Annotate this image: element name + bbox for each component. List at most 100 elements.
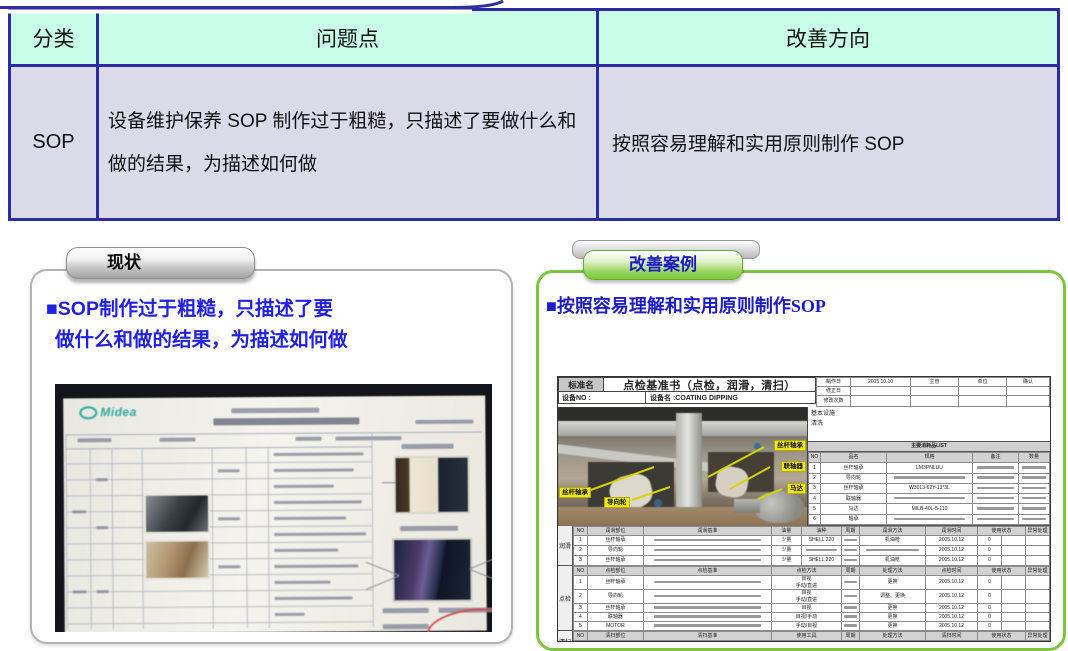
cleaning-table: NO 清扫部位 清扫基准 使用工具 周期 处理方法 清扫时间 使用状态 异常处理… — [573, 631, 1050, 642]
blurred-text-bar — [218, 469, 240, 472]
blurred-text-bar — [295, 437, 321, 441]
blurred-text-bar — [73, 590, 87, 593]
section-label: 清扫 — [558, 631, 573, 642]
meta-revcount-label: 修改次数 — [817, 396, 851, 407]
blurred-text-bar — [274, 500, 362, 504]
doc-header: 标准名 点检基准书（点检，润滑，清扫） 设备NO : 设备名 :COATING … — [558, 377, 1050, 407]
heading-line2: 做什么和做的结果，为描述如何做 — [55, 325, 491, 356]
blurred-text-bar — [383, 608, 429, 613]
blurred-text-bar — [415, 420, 473, 424]
cleaning-section: 清扫 NO 清扫部位 清扫基准 使用工具 周期 处理方法 清扫时间 使用状态 异… — [558, 631, 1050, 642]
current-state-photo: Midea — [55, 384, 492, 632]
device-name: 设备名 :COATING DIPPING — [646, 392, 816, 404]
blurred-text-bar — [274, 532, 366, 536]
current-state-tab: 现状 — [66, 247, 255, 279]
comparison-table: 分类 问题点 改善方向 SOP 设备维护保养 SOP 制作过于粗糙，只描述了要做… — [8, 8, 1060, 221]
inspection-section: 点检 NO 点检部位 点检基准 点检方法 周期 处理方法 点检时间 使用状态 异… — [558, 566, 1050, 631]
improvement-tab: 改善案例 — [583, 250, 743, 280]
meta-made-label: 制作日 — [817, 378, 851, 387]
doc-title: 点检基准书（点检，润滑，清扫） — [604, 377, 816, 392]
cell-category: SOP — [11, 67, 99, 218]
inspection-row: 3 丝杆轴承 目视 更换 2005.10.12 0 — [573, 604, 1049, 613]
part-label: 导向轮 — [604, 497, 630, 508]
blurred-text-bar — [274, 468, 354, 472]
section-label: 点检 — [558, 566, 573, 631]
consumables-list-title: 主要消耗品LIST — [808, 442, 1050, 452]
blurred-text-bar — [77, 438, 111, 442]
embedded-photo — [144, 539, 210, 579]
blurred-caption-bar — [400, 526, 458, 531]
table-header-row: 分类 问题点 改善方向 — [11, 11, 1057, 67]
blurred-title-bar — [213, 417, 359, 425]
consumable-row: 2 导向轮 — [809, 473, 1050, 483]
table-body-row: SOP 设备维护保养 SOP 制作过于粗糙，只描述了要做什么和做的结果，为描述如… — [11, 67, 1057, 218]
blurred-text-bar — [72, 510, 86, 513]
blurred-text-bar — [159, 438, 195, 442]
problem-text: 设备维护保养 SOP 制作过于粗糙，只描述了要做什么和做的结果，为描述如何做 — [108, 100, 587, 186]
consumable-row: 4 联轴器 — [809, 494, 1050, 504]
lubrication-row: 1 丝杆轴承 少量 SHELL 220 机油枪 2005.10.12 0 — [573, 536, 1049, 546]
blurred-caption-bar — [402, 444, 454, 449]
blurred-text-bar — [274, 485, 334, 488]
lubrication-row: 3 丝杆轴承 少量 SHELL 220 机油枪 2005.10.12 0 — [573, 556, 1049, 566]
leader-line — [470, 569, 492, 583]
meta-rev-label: 修正日 — [817, 387, 851, 396]
blurred-text-bar — [274, 517, 346, 521]
part-label: 马达 — [787, 483, 806, 494]
cell-direction: 按照容易理解和实用原则制作 SOP — [599, 67, 1057, 218]
part-label: 联轴器 — [781, 461, 807, 472]
lubrication-section: 润滑 NO 润滑部位 润滑基准 油量 油种 周期 润滑方法 润滑时间 使用状态 … — [558, 526, 1050, 566]
consumable-row: 5 马达 MILB-40L-5-110 — [809, 504, 1050, 514]
grid-line — [65, 432, 481, 436]
blurred-text-bar — [275, 596, 353, 600]
blurred-text-bar — [275, 613, 305, 616]
cell-problem: 设备维护保养 SOP 制作过于粗糙，只描述了要做什么和做的结果，为描述如何做 — [99, 67, 599, 218]
blurred-text-bar — [218, 517, 240, 520]
heading-line1: ■SOP制作过于粗糙，只描述了要 — [46, 294, 491, 325]
midea-logo: Midea — [79, 405, 137, 420]
col-header-problem: 问题点 — [99, 11, 599, 64]
grid-line — [371, 432, 373, 627]
label-leader-lines — [558, 407, 808, 526]
inspection-row: 2 导向轮 目视 手动/直进 调整、更换 2005.10.12 0 — [573, 590, 1049, 604]
basic-facility-note: 基本设施 清洗 — [808, 407, 1050, 442]
blurred-text-bar — [383, 624, 429, 629]
inspection-standard-document: 标准名 点检基准书（点检，润滑，清扫） 设备NO : 设备名 :COATING … — [557, 376, 1051, 642]
blurred-text-bar — [96, 478, 108, 481]
section-label: 润滑 — [558, 526, 573, 566]
meta-col3: 确认 — [1007, 378, 1050, 387]
blurred-text-bar — [274, 564, 358, 568]
blurred-text-bar — [97, 590, 109, 593]
inspection-table: NO 点检部位 点检基准 点检方法 周期 处理方法 点检时间 使用状态 异常处理… — [573, 566, 1050, 631]
machine-photo: 丝杆轴承 导向轮 丝杆轴承 联轴器 马达 — [558, 407, 808, 526]
embedded-photo — [144, 493, 210, 533]
part-label: 丝杆轴承 — [774, 440, 806, 451]
cleaning-row: 1 整机 抹布 2005.10.12 0 — [573, 641, 1049, 643]
consumable-row: 3 丝杆轴承 W3013-62Y-13*3L — [809, 483, 1050, 493]
logo-oval-icon — [79, 407, 97, 420]
meta-col1: 主管 — [911, 378, 959, 387]
meta-col2: 单位 — [959, 378, 1007, 387]
embedded-photo — [394, 456, 470, 515]
col-header-direction: 改善方向 — [599, 11, 1057, 64]
blurred-text-bar — [274, 581, 330, 584]
meta-made-date: 2005.10.10 — [851, 378, 911, 387]
inspection-row: 4 联轴器 目视/手动 更换 2005.10.12 0 — [573, 613, 1049, 622]
inspection-row: 5 MOTOR 手动/目视 更换 2005.10.12 0 — [573, 622, 1049, 631]
lubrication-table: NO 润滑部位 润滑基准 油量 油种 周期 润滑方法 润滑时间 使用状态 异常处… — [573, 526, 1050, 566]
part-label: 丝杆轴承 — [559, 487, 591, 498]
improvement-heading: ■按照容易理解和实用原则制作SOP — [546, 292, 1046, 318]
blurred-text-bar — [274, 452, 364, 456]
consumables-table: NO 品名 规格 备注 数量 1 丝杆轴承 LM3PNLUU — [808, 452, 1050, 525]
consumable-row: 6 轴承 — [809, 514, 1050, 524]
blurred-text-bar — [218, 565, 240, 568]
blurred-text-bar — [335, 436, 401, 440]
blurred-text-bar — [274, 549, 338, 552]
blurred-text-bar — [96, 526, 108, 529]
sop-paper: Midea — [63, 396, 487, 632]
doc-title-label: 标准名 — [558, 377, 604, 392]
current-state-heading: ■SOP制作过于粗糙，只描述了要 做什么和做的结果，为描述如何做 — [46, 294, 491, 356]
doc-info-block: 基本设施 清洗 主要消耗品LIST NO 品名 规格 备注 数量 1 — [808, 407, 1050, 526]
col-header-category: 分类 — [11, 11, 99, 64]
inspection-row: 1 丝杆轴承 目视 手动/直进 更换 2005.10.12 0 — [573, 576, 1049, 590]
